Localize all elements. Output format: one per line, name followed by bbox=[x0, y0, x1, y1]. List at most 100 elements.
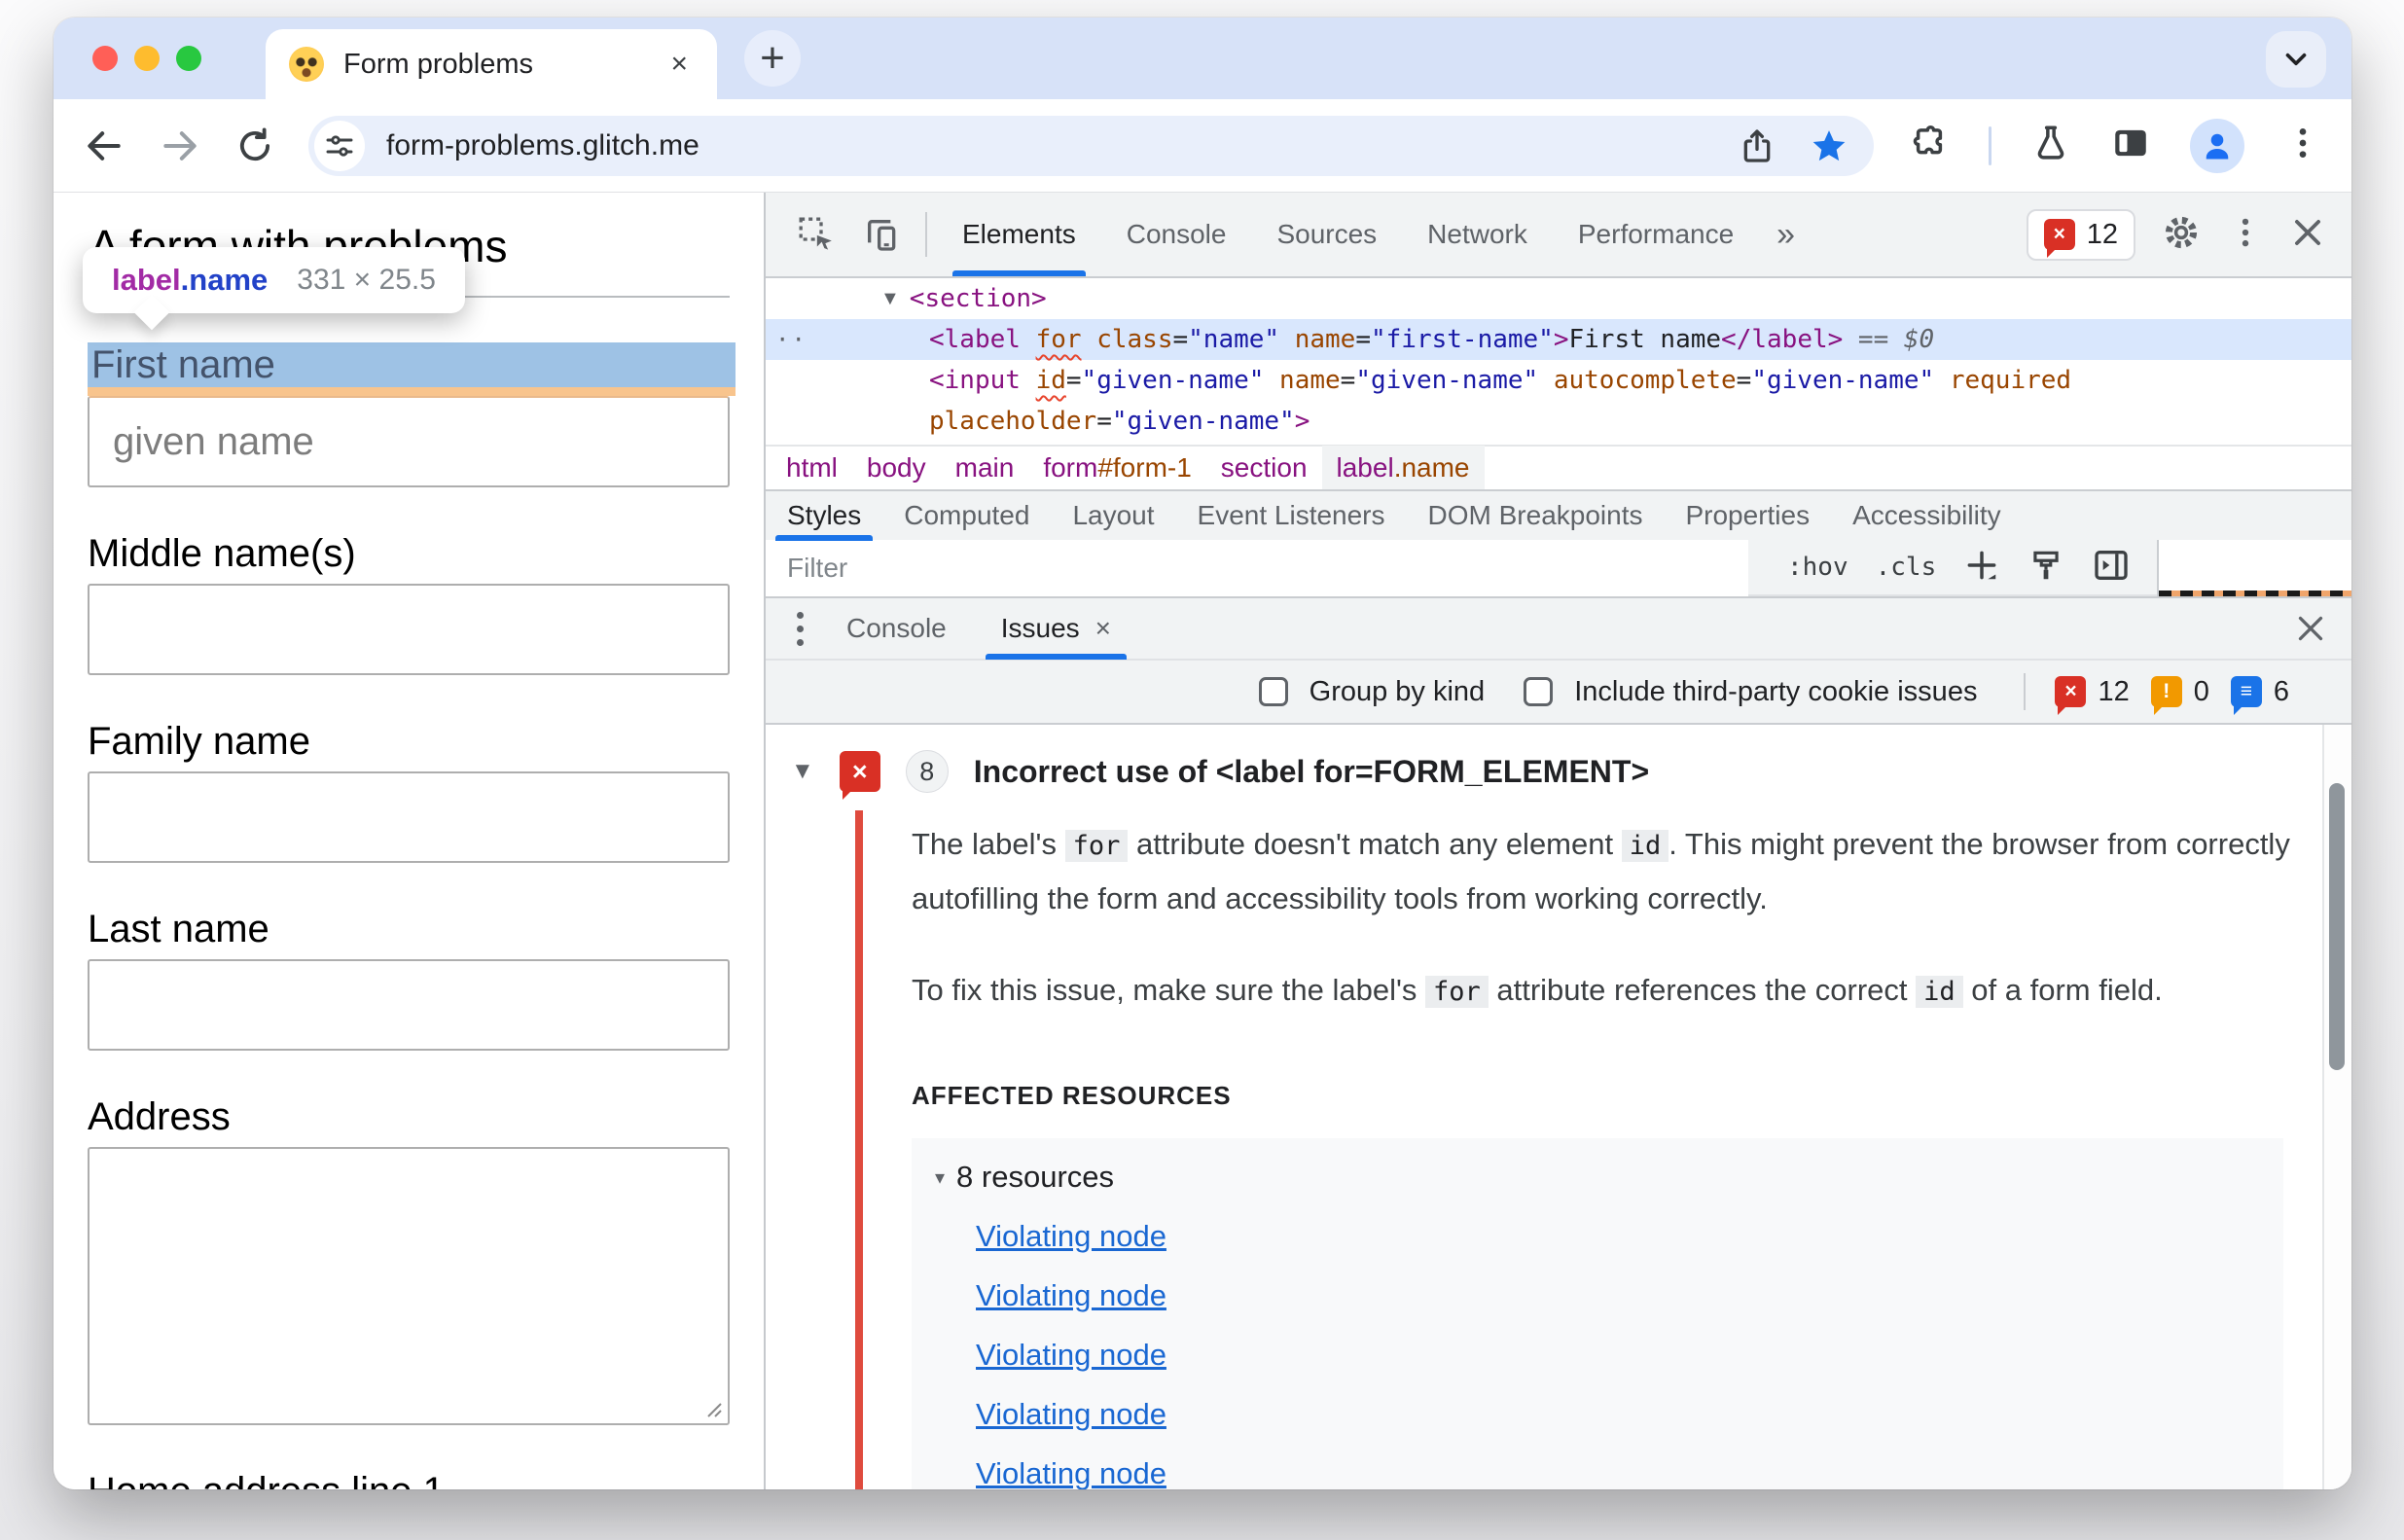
profile-button[interactable] bbox=[2190, 118, 2244, 173]
dom-node-input[interactable]: <input id = "given-name" name = "given-name"… bbox=[766, 360, 2351, 401]
dom-node-label-selected[interactable]: ·· <label for class="name" name="first-n… bbox=[766, 319, 2351, 360]
drawer-tab-console[interactable]: Console bbox=[819, 597, 974, 660]
extensions-button[interactable] bbox=[1909, 123, 1950, 168]
tooltip-dimensions: 331 × 25.5 bbox=[297, 264, 436, 296]
devtools-tab-sources[interactable]: Sources bbox=[1251, 193, 1402, 276]
group-by-kind-checkbox[interactable] bbox=[1258, 677, 1288, 706]
expand-triangle-icon[interactable]: ▼ bbox=[791, 758, 814, 785]
new-style-rule-button[interactable] bbox=[1963, 547, 2000, 589]
violating-node-link[interactable]: Violating node bbox=[976, 1278, 1166, 1313]
reload-icon bbox=[239, 126, 270, 161]
close-window-button[interactable] bbox=[92, 46, 118, 71]
avatar-person-icon bbox=[2206, 133, 2229, 159]
new-tab-button[interactable]: + bbox=[744, 30, 801, 87]
devtools-close-button[interactable] bbox=[2289, 214, 2326, 256]
toggle-hover-state-button[interactable]: :hov bbox=[1787, 553, 1848, 582]
devtools-tab-elements[interactable]: Elements bbox=[937, 193, 1101, 276]
issues-toolbar: Group by kind Include third-party cookie… bbox=[766, 661, 2351, 725]
field-label-last-name: Last name bbox=[88, 908, 269, 950]
inspect-element-button[interactable] bbox=[783, 215, 849, 254]
field-label-middle-name: Middle name(s) bbox=[88, 532, 356, 575]
minimize-window-button[interactable] bbox=[134, 46, 160, 71]
violating-node-link[interactable]: Violating node bbox=[976, 1219, 1166, 1254]
drawer-scrollbar[interactable] bbox=[2322, 725, 2351, 1489]
gear-icon bbox=[2165, 216, 2198, 248]
site-settings-button[interactable] bbox=[314, 120, 365, 171]
drawer-tab-issues[interactable]: Issues × bbox=[974, 597, 1138, 660]
devtools-tab-performance[interactable]: Performance bbox=[1553, 193, 1759, 276]
family-name-input[interactable] bbox=[88, 771, 730, 863]
inspect-tooltip: label.name 331 × 25.5 bbox=[83, 247, 465, 313]
back-arrow-icon bbox=[88, 130, 121, 161]
devtools-menu-button[interactable] bbox=[2227, 214, 2264, 256]
drawer-menu-button[interactable] bbox=[781, 611, 819, 646]
resources-toggle[interactable]: ▾ 8 resources bbox=[935, 1160, 2256, 1195]
browser-tab[interactable]: Form problems × bbox=[266, 29, 717, 99]
browser-menu-button[interactable] bbox=[2283, 124, 2322, 167]
flask-icon bbox=[2037, 125, 2064, 160]
bookmark-button[interactable] bbox=[1810, 126, 1848, 165]
node-more-actions-icon[interactable]: ·· bbox=[775, 326, 807, 353]
address-textarea[interactable] bbox=[88, 1147, 730, 1425]
last-name-input[interactable] bbox=[88, 959, 730, 1051]
third-party-label: Include third-party cookie issues bbox=[1574, 675, 1978, 707]
violating-node-link[interactable]: Violating node bbox=[976, 1338, 1166, 1373]
resize-handle-icon[interactable] bbox=[700, 1396, 722, 1417]
tab-dom-breakpoints[interactable]: DOM Breakpoints bbox=[1407, 490, 1665, 541]
chrome-labs-button[interactable] bbox=[2030, 123, 2071, 168]
issues-count-value: 12 bbox=[2086, 218, 2118, 250]
issue-header[interactable]: ▼ × 8 Incorrect use of <label for=FORM_E… bbox=[791, 750, 2351, 800]
scrollbar-thumb[interactable] bbox=[2329, 783, 2345, 1070]
breadcrumb-main[interactable]: main bbox=[941, 446, 1029, 490]
tab-computed[interactable]: Computed bbox=[882, 490, 1051, 541]
dom-node-section[interactable]: ▼ <section> bbox=[766, 278, 2351, 319]
drawer-close-button[interactable] bbox=[2293, 611, 2328, 646]
issues-count-button[interactable]: × 12 bbox=[2026, 208, 2135, 261]
tab-close-icon[interactable]: × bbox=[664, 46, 694, 83]
back-button[interactable] bbox=[83, 125, 126, 167]
fullscreen-window-button[interactable] bbox=[176, 46, 201, 71]
devtools-settings-button[interactable] bbox=[2161, 212, 2202, 258]
rendering-emulation-button[interactable] bbox=[2027, 547, 2064, 589]
tab-accessibility[interactable]: Accessibility bbox=[1831, 490, 2022, 541]
violating-node-link[interactable]: Violating node bbox=[976, 1456, 1166, 1489]
url-text[interactable]: form-problems.glitch.me bbox=[386, 129, 1704, 162]
drawer-tab-close-icon[interactable]: × bbox=[1095, 613, 1111, 644]
more-tabs-button[interactable]: » bbox=[1759, 216, 1812, 254]
warning-count-group: ! 0 bbox=[2150, 676, 2209, 715]
first-name-input[interactable] bbox=[88, 396, 730, 487]
share-button[interactable] bbox=[1738, 126, 1776, 165]
styles-filter-input[interactable] bbox=[766, 540, 1748, 596]
side-panel-button[interactable] bbox=[2110, 123, 2151, 168]
window-controls bbox=[92, 46, 201, 71]
middle-name-input[interactable] bbox=[88, 584, 730, 675]
breadcrumb-html[interactable]: html bbox=[771, 446, 852, 490]
tab-search-chevron-button[interactable] bbox=[2266, 31, 2326, 88]
breadcrumb-body[interactable]: body bbox=[852, 446, 941, 490]
forward-button[interactable] bbox=[159, 125, 201, 167]
computed-panel-toggle-button[interactable] bbox=[2092, 546, 2131, 590]
tab-event-listeners[interactable]: Event Listeners bbox=[1176, 490, 1407, 541]
breadcrumb-label-selected[interactable]: label .name bbox=[1321, 446, 1485, 490]
drawer-tabbar: Console Issues × bbox=[766, 596, 2351, 661]
violating-node-link[interactable]: Violating node bbox=[976, 1397, 1166, 1432]
tab-layout[interactable]: Layout bbox=[1051, 490, 1175, 541]
dom-node-input-continued[interactable]: placeholder = "given-name" > bbox=[766, 401, 2351, 442]
devtools-tab-console[interactable]: Console bbox=[1101, 193, 1252, 276]
breadcrumb-section[interactable]: section bbox=[1206, 446, 1322, 490]
tab-title: Form problems bbox=[343, 48, 533, 80]
breadcrumb-form[interactable]: form #form-1 bbox=[1028, 446, 1205, 490]
devtools-tab-network[interactable]: Network bbox=[1402, 193, 1553, 276]
toolbar-right-cluster bbox=[1909, 118, 2322, 173]
device-toolbar-button[interactable] bbox=[849, 215, 915, 254]
toggle-classes-button[interactable]: .cls bbox=[1876, 553, 1937, 582]
tab-properties[interactable]: Properties bbox=[1664, 490, 1831, 541]
error-count-group: × 12 bbox=[2055, 676, 2130, 715]
third-party-checkbox[interactable] bbox=[1524, 677, 1554, 706]
address-bar[interactable]: form-problems.glitch.me bbox=[308, 115, 1874, 176]
bookmark-star-icon bbox=[1812, 129, 1846, 161]
close-icon bbox=[2298, 616, 2323, 641]
tab-styles[interactable]: Styles bbox=[766, 490, 882, 541]
reload-button[interactable] bbox=[234, 125, 275, 166]
toolbar-divider bbox=[925, 212, 927, 257]
